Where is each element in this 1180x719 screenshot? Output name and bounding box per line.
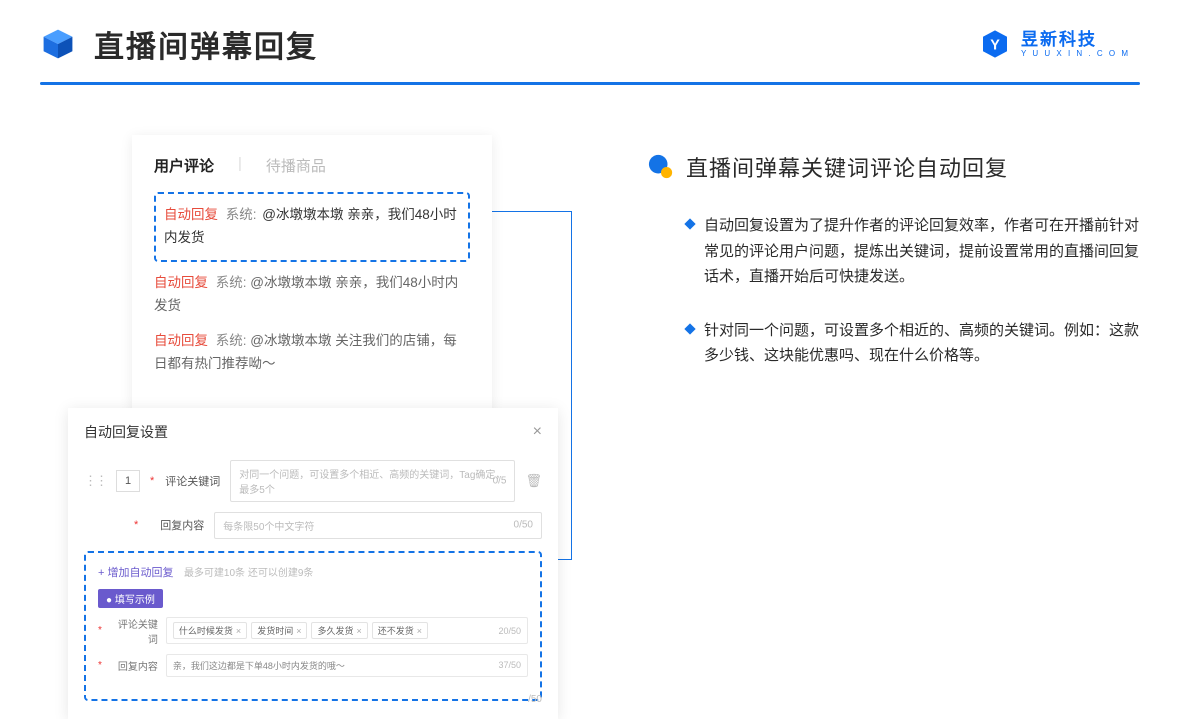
required-star: *	[150, 475, 154, 487]
drag-handle-icon[interactable]: ⋮⋮	[84, 473, 106, 489]
brand-text: 昱新科技 Y U U X I N . C O M	[1021, 31, 1130, 58]
svg-text:Y: Y	[990, 38, 1000, 54]
card-tabs: 用户评论 | 待播商品	[154, 155, 470, 176]
placeholder-text: 每条限50个中文字符	[223, 522, 314, 533]
index-box: 1	[116, 470, 140, 492]
bullet-text: 自动回复设置为了提升作者的评论回复效率，作者可在开播前针对常见的评论用户问题，提…	[704, 213, 1140, 290]
section-title: 直播间弹幕关键词评论自动回复	[686, 151, 1008, 183]
tag-chip[interactable]: 多久发货×	[311, 622, 367, 639]
bottom-char-count: /50	[528, 694, 542, 705]
tag-chip[interactable]: 发货时间×	[251, 622, 307, 639]
brand-cn: 昱新科技	[1021, 31, 1130, 48]
tab-separator: |	[238, 155, 242, 176]
brand-en: Y U U X I N . C O M	[1021, 50, 1130, 58]
system-label: 系统:	[216, 275, 247, 290]
auto-reply-settings-panel: 自动回复设置 × ⋮⋮ 1 * 评论关键词 对同一个问题，可设置多个相近、高频的…	[68, 408, 558, 719]
bullet-item: 针对同一个问题，可设置多个相近的、高频的关键词。例如：这款多少钱、这块能优惠吗、…	[648, 318, 1140, 369]
header-left: 直播间弹幕回复	[40, 22, 318, 66]
main-content: 用户评论 | 待播商品 自动回复 系统: @冰墩墩本墩 亲亲，我们48小时内发货…	[0, 85, 1180, 719]
reply-row: 自动回复 系统: @冰墩墩本墩 关注我们的店铺，每日都有热门推荐呦～	[154, 330, 470, 376]
diamond-bullet-icon	[684, 218, 695, 229]
tag-remove-icon: ×	[236, 626, 241, 636]
example-content-input[interactable]: 亲，我们这边都是下单48小时内发货的哦～ 37/50	[166, 654, 528, 677]
keyword-label: 评论关键词	[164, 473, 220, 489]
system-label: 系统:	[216, 333, 247, 348]
tag-chip[interactable]: 还不发货×	[372, 622, 428, 639]
comment-card: 用户评论 | 待播商品 自动回复 系统: @冰墩墩本墩 亲亲，我们48小时内发货…	[132, 135, 492, 414]
bullet-text: 针对同一个问题，可设置多个相近的、高频的关键词。例如：这款多少钱、这块能优惠吗、…	[704, 318, 1140, 369]
content-label: 回复内容	[148, 517, 204, 533]
example-section: + 增加自动回复 最多可建10条 还可以创建9条 ● 填写示例 * 评论关键词 …	[84, 551, 542, 701]
required-star: *	[98, 625, 102, 636]
panel-title: 自动回复设置	[84, 422, 168, 442]
section-heading: 直播间弹幕关键词评论自动回复	[648, 151, 1140, 183]
add-auto-reply-link[interactable]: + 增加自动回复	[98, 567, 173, 579]
close-icon[interactable]: ×	[533, 423, 542, 441]
char-count: 0/50	[514, 520, 533, 531]
cube-logo-icon	[40, 26, 76, 62]
content-row: * 回复内容 每条限50个中文字符 0/50	[84, 512, 542, 539]
auto-reply-tag: 自动回复	[154, 275, 208, 290]
required-star: *	[98, 660, 102, 671]
panel-header: 自动回复设置 ×	[84, 422, 542, 442]
highlighted-reply: 自动回复 系统: @冰墩墩本墩 亲亲，我们48小时内发货	[154, 192, 470, 262]
tab-user-comments[interactable]: 用户评论	[154, 155, 214, 176]
chat-bubble-icon	[648, 154, 674, 180]
auto-reply-tag: 自动回复	[164, 207, 218, 222]
example-kw-input[interactable]: 什么时候发货× 发货时间× 多久发货× 还不发货× 20/50	[166, 617, 528, 644]
example-content-row: * 回复内容 亲，我们这边都是下单48小时内发货的哦～ 37/50	[98, 654, 528, 677]
auto-reply-tag: 自动回复	[154, 333, 208, 348]
right-column: 直播间弹幕关键词评论自动回复 自动回复设置为了提升作者的评论回复效率，作者可在开…	[648, 135, 1140, 719]
example-kw-label: 评论关键词	[110, 616, 158, 646]
add-hint: 最多可建10条 还可以创建9条	[184, 568, 313, 579]
add-row: + 增加自动回复 最多可建10条 还可以创建9条	[98, 563, 528, 581]
example-badge: ● 填写示例	[98, 589, 163, 608]
reply-row: 自动回复 系统: @冰墩墩本墩 亲亲，我们48小时内发货	[164, 204, 460, 250]
brand-block: Y 昱新科技 Y U U X I N . C O M	[979, 28, 1130, 60]
connector-line	[492, 211, 572, 212]
required-star: *	[134, 519, 138, 531]
left-column: 用户评论 | 待播商品 自动回复 系统: @冰墩墩本墩 亲亲，我们48小时内发货…	[68, 135, 558, 719]
bullet-item: 自动回复设置为了提升作者的评论回复效率，作者可在开播前针对常见的评论用户问题，提…	[648, 213, 1140, 290]
content-input[interactable]: 每条限50个中文字符 0/50	[214, 512, 542, 539]
delete-icon[interactable]: 🗑	[525, 473, 542, 489]
brand-hex-icon: Y	[979, 28, 1011, 60]
connector-line	[571, 211, 572, 559]
page-title: 直播间弹幕回复	[94, 22, 318, 66]
placeholder-text: 对同一个问题，可设置多个相近、高频的关键词，Tag确定，最多5个	[239, 470, 505, 496]
tag-chip[interactable]: 什么时候发货×	[173, 622, 247, 639]
page-header: 直播间弹幕回复 Y 昱新科技 Y U U X I N . C O M	[0, 0, 1180, 66]
diamond-bullet-icon	[684, 323, 695, 334]
content-text: 亲，我们这边都是下单48小时内发货的哦～	[173, 659, 345, 672]
tab-pending-goods[interactable]: 待播商品	[266, 155, 326, 176]
char-count: 0/5	[493, 475, 507, 486]
keyword-row: ⋮⋮ 1 * 评论关键词 对同一个问题，可设置多个相近、高频的关键词，Tag确定…	[84, 460, 542, 502]
reply-row: 自动回复 系统: @冰墩墩本墩 亲亲，我们48小时内发货	[154, 272, 470, 318]
system-label: 系统:	[226, 207, 257, 222]
tag-remove-icon: ×	[417, 626, 422, 636]
tag-remove-icon: ×	[296, 626, 301, 636]
example-content-label: 回复内容	[110, 658, 158, 673]
tag-remove-icon: ×	[356, 626, 361, 636]
char-count: 37/50	[498, 660, 521, 670]
keyword-input[interactable]: 对同一个问题，可设置多个相近、高频的关键词，Tag确定，最多5个 0/5	[230, 460, 515, 502]
example-keyword-row: * 评论关键词 什么时候发货× 发货时间× 多久发货× 还不发货× 20/50	[98, 616, 528, 646]
char-count: 20/50	[498, 626, 521, 636]
